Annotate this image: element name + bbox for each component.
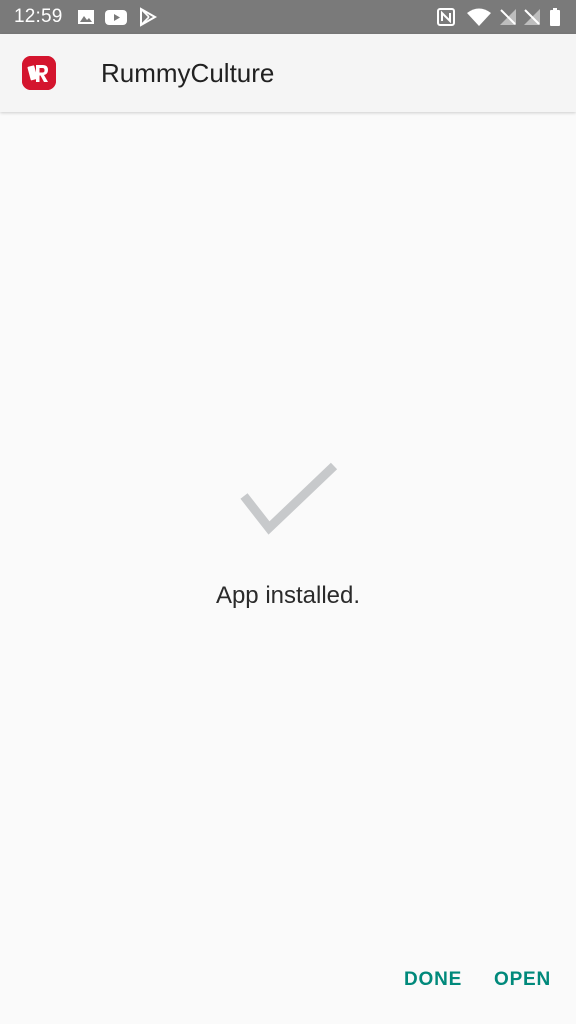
play-store-icon — [138, 7, 158, 27]
nfc-icon — [436, 7, 456, 27]
app-bar: RummyCulture — [0, 34, 576, 112]
youtube-icon — [104, 7, 128, 27]
signal-icon — [498, 7, 518, 27]
install-complete-screen: 12:59 RummyCulture App installed. DONE O… — [0, 0, 576, 1024]
status-time: 12:59 — [14, 6, 63, 27]
image-icon — [76, 7, 96, 27]
wifi-icon — [466, 7, 492, 27]
checkmark-icon — [238, 460, 340, 540]
install-status-message: App installed. — [215, 582, 361, 609]
status-bar: 12:59 — [0, 0, 576, 34]
signal-icon — [522, 7, 542, 27]
rummyculture-app-icon — [22, 56, 56, 90]
app-title: RummyCulture — [101, 58, 275, 88]
open-button[interactable]: OPEN — [494, 963, 551, 997]
done-button[interactable]: DONE — [404, 963, 462, 997]
battery-icon — [548, 7, 562, 27]
